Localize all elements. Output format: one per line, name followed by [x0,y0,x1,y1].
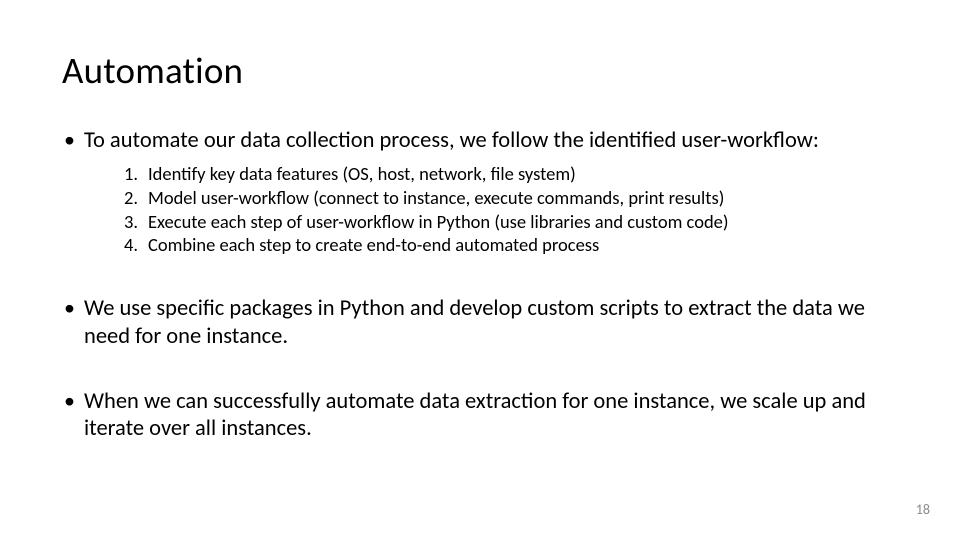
step-1: 1. Identify key data features (OS, host,… [120,162,898,186]
spacer [62,358,898,388]
slide: Automation To automate our data collecti… [0,0,960,540]
bullet-list-2: We use specific packages in Python and d… [62,295,898,350]
step-number: 3. [120,210,148,234]
bullet-item-2: We use specific packages in Python and d… [62,295,898,350]
bullet-item-3: When we can successfully automate data e… [62,388,898,443]
step-text: Identify key data features (OS, host, ne… [148,162,576,186]
step-number: 2. [120,186,148,210]
numbered-list: 1. Identify key data features (OS, host,… [120,162,898,257]
step-2: 2. Model user-workflow (connect to insta… [120,186,898,210]
step-text: Execute each step of user-workflow in Py… [148,210,729,234]
bullet-list: To automate our data collection process,… [62,127,898,154]
step-text: Combine each step to create end-to-end a… [148,233,599,257]
step-text: Model user-workflow (connect to instance… [148,186,724,210]
step-number: 1. [120,162,148,186]
step-3: 3. Execute each step of user-workflow in… [120,210,898,234]
step-number: 4. [120,233,148,257]
page-number: 18 [916,501,930,518]
bullet-item-1: To automate our data collection process,… [62,127,898,154]
step-4: 4. Combine each step to create end-to-en… [120,233,898,257]
slide-title: Automation [62,48,898,93]
bullet-list-3: When we can successfully automate data e… [62,388,898,443]
